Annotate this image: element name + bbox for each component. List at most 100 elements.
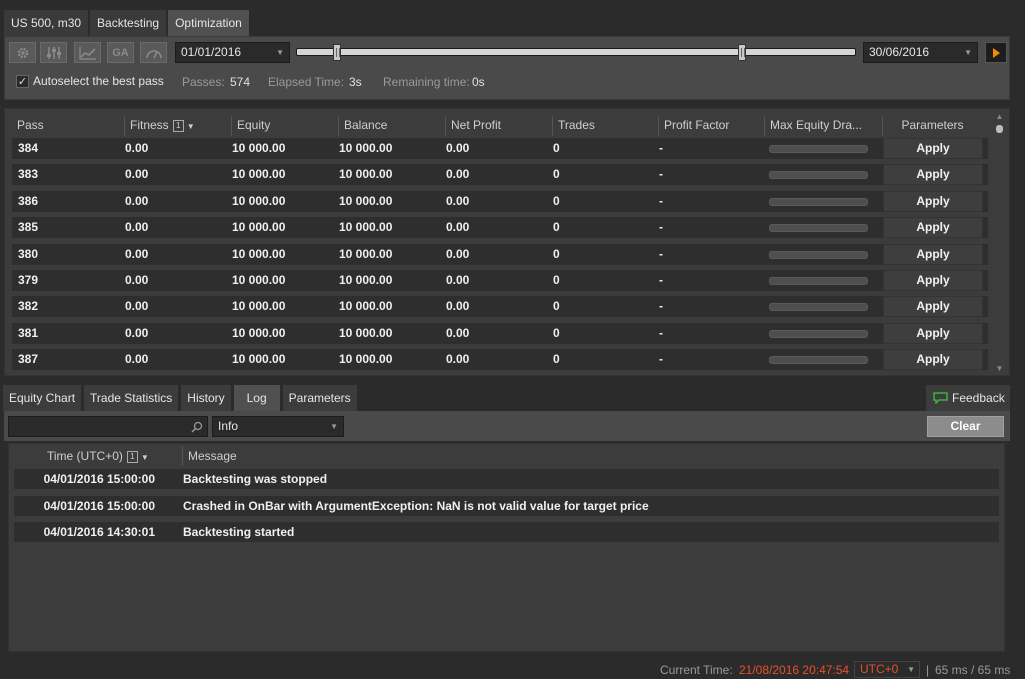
end-date-select[interactable]: 30/06/2016 ▼: [863, 42, 978, 63]
chevron-down-icon: ▼: [964, 48, 972, 57]
tab-optimization[interactable]: Optimization: [168, 10, 249, 36]
col-fitness-label: Fitness: [130, 118, 169, 132]
table-row[interactable]: 381 0.00 10 000.00 10 000.00 0.00 0 - Ap…: [12, 322, 988, 344]
scroll-up-icon[interactable]: ▲: [994, 112, 1005, 121]
latency-separator: |: [926, 663, 930, 677]
feedback-label: Feedback: [952, 391, 1005, 405]
log-table-header: Time (UTC+0) 1 ▼ Message: [14, 446, 237, 466]
table-row[interactable]: 383 0.00 10 000.00 10 000.00 0.00 0 - Ap…: [12, 164, 988, 186]
log-level-select[interactable]: Info ▼: [212, 416, 344, 437]
cell-net-profit: 0.00: [446, 167, 470, 182]
cell-equity: 10 000.00: [232, 299, 286, 314]
cell-trades: 0: [553, 167, 560, 182]
cell-balance: 10 000.00: [339, 246, 393, 261]
log-entry[interactable]: 04/01/2016 15:00:00 Crashed in OnBar wit…: [14, 495, 999, 516]
date-range-slider[interactable]: [296, 48, 856, 56]
cell-net-profit: 0.00: [446, 325, 470, 340]
passes-table-body: 384 0.00 10 000.00 10 000.00 0.00 0 - Ap…: [12, 138, 988, 376]
tab-trade-statistics[interactable]: Trade Statistics: [84, 385, 179, 411]
table-row[interactable]: 387 0.00 10 000.00 10 000.00 0.00 0 - Ap…: [12, 349, 988, 371]
apply-button[interactable]: Apply: [883, 217, 983, 239]
cell-pass: 383: [18, 167, 39, 182]
apply-button[interactable]: Apply: [883, 164, 983, 186]
col-balance[interactable]: Balance: [338, 116, 445, 136]
passes-label: Passes:: [182, 75, 225, 89]
tab-history[interactable]: History: [181, 385, 231, 411]
cell-pass: 387: [18, 352, 39, 367]
gear-icon[interactable]: [9, 42, 36, 63]
latency-value: 65 ms / 65 ms: [935, 663, 1011, 677]
apply-button[interactable]: Apply: [883, 322, 983, 344]
col-trades[interactable]: Trades: [552, 116, 658, 136]
tab-parameters[interactable]: Parameters: [282, 385, 357, 411]
timezone-select[interactable]: UTC+0 ▼: [854, 661, 920, 678]
speedometer-icon[interactable]: [140, 42, 167, 63]
tab-log[interactable]: Log: [233, 385, 280, 411]
tab-us500-m30[interactable]: US 500, m30: [4, 10, 89, 36]
table-row[interactable]: 384 0.00 10 000.00 10 000.00 0.00 0 - Ap…: [12, 138, 988, 159]
col-message[interactable]: Message: [182, 446, 237, 466]
apply-button[interactable]: Apply: [883, 243, 983, 265]
apply-button[interactable]: Apply: [883, 190, 983, 212]
tab-backtesting[interactable]: Backtesting: [90, 10, 167, 36]
log-message: Crashed in OnBar with ArgumentException:…: [183, 498, 649, 513]
col-equity[interactable]: Equity: [231, 116, 338, 136]
autoselect-checkbox[interactable]: ✓: [16, 75, 29, 88]
table-row[interactable]: 382 0.00 10 000.00 10 000.00 0.00 0 - Ap…: [12, 296, 988, 318]
log-table-body: 04/01/2016 15:00:00 Backtesting was stop…: [14, 469, 999, 549]
cell-profit-factor: -: [659, 272, 663, 287]
log-entry[interactable]: 04/01/2016 15:00:00 Backtesting was stop…: [14, 469, 999, 489]
table-row[interactable]: 380 0.00 10 000.00 10 000.00 0.00 0 - Ap…: [12, 243, 988, 265]
cell-trades: 0: [553, 246, 560, 261]
table-row[interactable]: 386 0.00 10 000.00 10 000.00 0.00 0 - Ap…: [12, 190, 988, 212]
col-parameters[interactable]: Parameters: [882, 116, 982, 136]
ga-icon[interactable]: GA: [107, 42, 134, 63]
slider-end-handle[interactable]: [738, 44, 746, 61]
apply-button[interactable]: Apply: [883, 349, 983, 371]
scroll-down-icon[interactable]: ▼: [994, 364, 1005, 373]
slider-start-handle[interactable]: [333, 44, 341, 61]
feedback-button[interactable]: Feedback: [926, 385, 1010, 411]
col-time[interactable]: Time (UTC+0) 1 ▼: [14, 446, 182, 466]
sort-order-badge: 1: [172, 119, 184, 132]
cell-balance: 10 000.00: [339, 141, 393, 155]
cell-equity: 10 000.00: [232, 325, 286, 340]
scrollbar-thumb[interactable]: [996, 125, 1003, 133]
current-time-value: 21/08/2016 20:47:54: [739, 663, 850, 677]
cell-balance: 10 000.00: [339, 220, 393, 235]
table-row[interactable]: 379 0.00 10 000.00 10 000.00 0.00 0 - Ap…: [12, 269, 988, 291]
cell-net-profit: 0.00: [446, 246, 470, 261]
log-time: 04/01/2016 15:00:00: [43, 498, 155, 513]
cell-profit-factor: -: [659, 141, 663, 155]
passes-scrollbar[interactable]: [994, 112, 1005, 374]
log-search-input[interactable]: [8, 416, 208, 437]
timezone-value: UTC+0: [860, 662, 899, 676]
cell-trades: 0: [553, 325, 560, 340]
col-net-profit[interactable]: Net Profit: [445, 116, 552, 136]
col-profit-factor[interactable]: Profit Factor: [658, 116, 764, 136]
log-message: Backtesting was stopped: [183, 472, 328, 486]
status-bar: Current Time: 21/08/2016 20:47:54 UTC+0 …: [0, 660, 1025, 679]
sliders-icon[interactable]: [40, 42, 67, 63]
start-date-select[interactable]: 01/01/2016 ▼: [175, 42, 290, 63]
col-pass[interactable]: Pass: [12, 116, 124, 136]
apply-button[interactable]: Apply: [883, 269, 983, 291]
bottom-tab-bar: Equity Chart Trade Statistics History Lo…: [3, 385, 357, 411]
log-entry[interactable]: 04/01/2016 14:30:01 Backtesting started: [14, 522, 999, 542]
cell-pass: 382: [18, 299, 39, 314]
apply-button[interactable]: Apply: [883, 138, 983, 159]
table-row[interactable]: 385 0.00 10 000.00 10 000.00 0.00 0 - Ap…: [12, 217, 988, 239]
cell-balance: 10 000.00: [339, 352, 393, 367]
line-chart-icon[interactable]: [74, 42, 101, 63]
cell-trades: 0: [553, 299, 560, 314]
apply-button[interactable]: Apply: [883, 296, 983, 318]
log-time: 04/01/2016 15:00:00: [43, 472, 155, 486]
clear-button[interactable]: Clear: [927, 416, 1004, 437]
cell-fitness: 0.00: [125, 246, 149, 261]
col-max-equity-drawdown[interactable]: Max Equity Dra...: [764, 116, 882, 136]
tab-equity-chart[interactable]: Equity Chart: [3, 385, 82, 411]
start-optimization-button[interactable]: [985, 42, 1007, 63]
drawdown-bar: [769, 356, 868, 365]
col-fitness[interactable]: Fitness 1 ▼: [124, 116, 231, 136]
chevron-down-icon: ▼: [276, 48, 284, 57]
